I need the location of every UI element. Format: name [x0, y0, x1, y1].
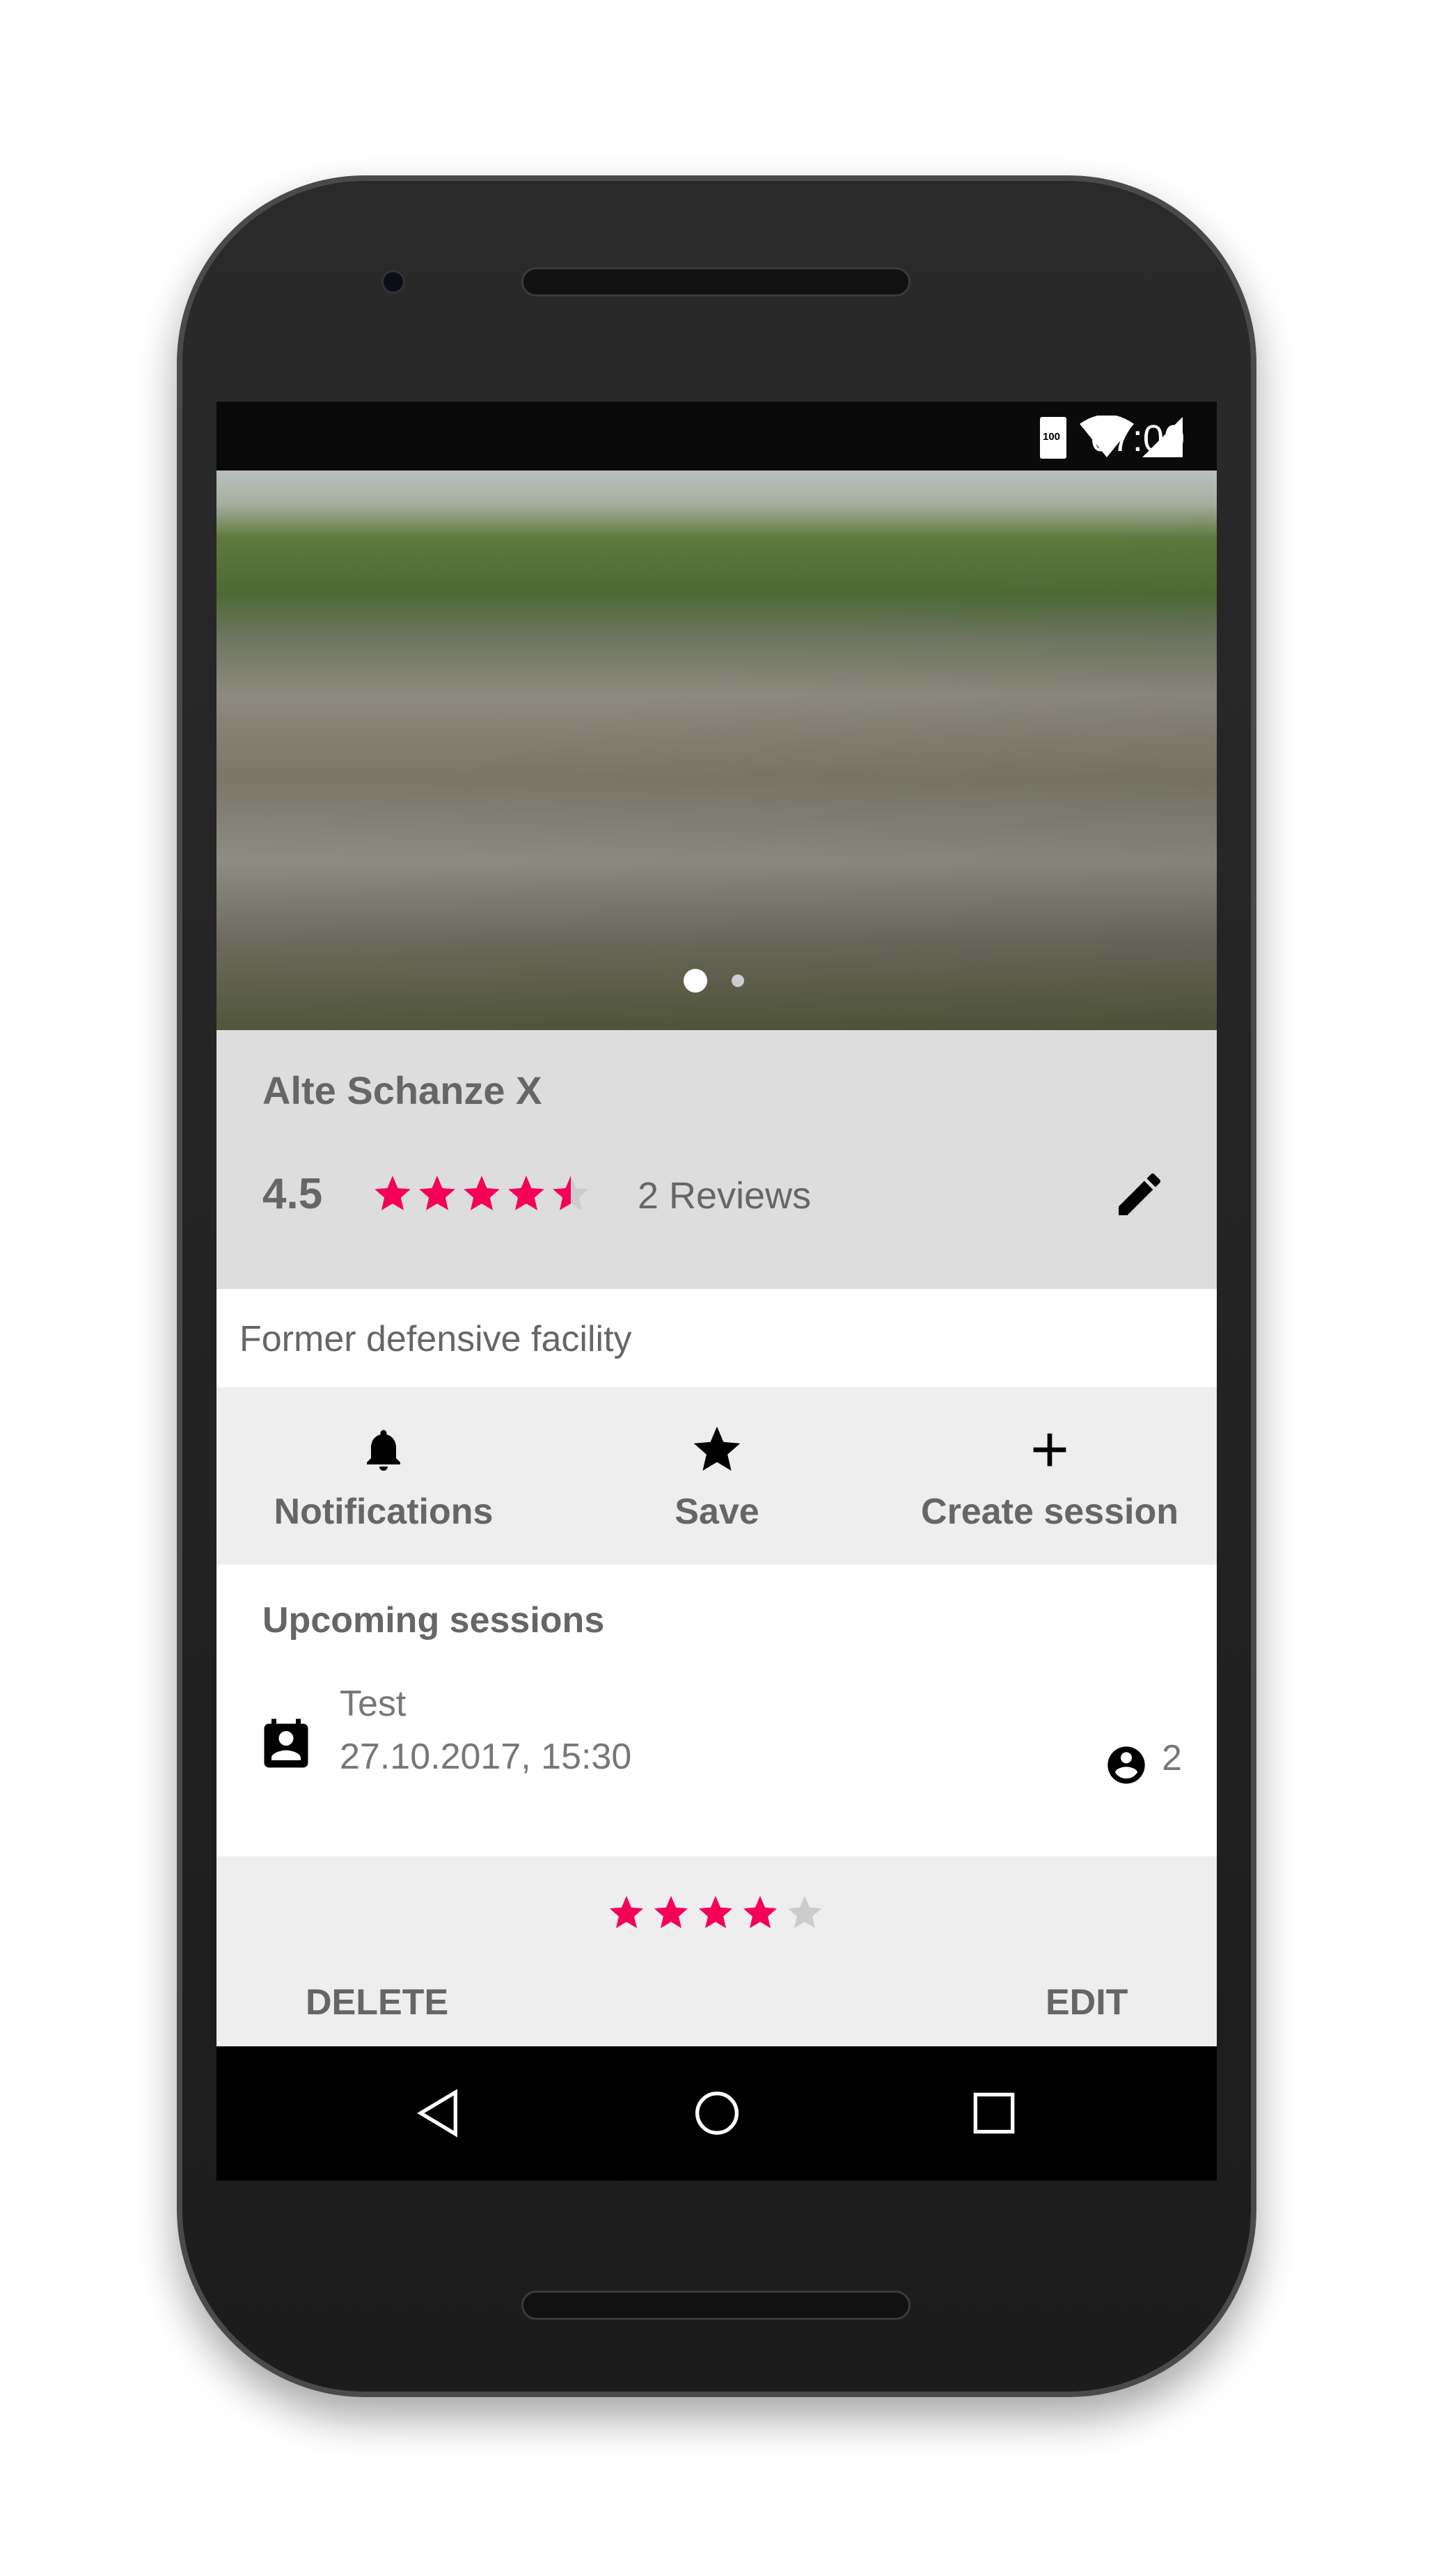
star-4 [743, 1895, 778, 1929]
session-datetime: 27.10.2017, 15:30 [340, 1737, 632, 1777]
star-icon [693, 1426, 741, 1471]
save-label: Save [675, 1492, 759, 1532]
edit-review-button[interactable]: EDIT [1046, 1982, 1128, 2023]
back-icon[interactable] [411, 2085, 467, 2141]
session-name: Test [340, 1684, 407, 1724]
rating-stars [371, 1172, 594, 1219]
notifications-button[interactable]: Notifications [216, 1422, 551, 1533]
star-3 [698, 1895, 733, 1929]
home-icon[interactable] [689, 2085, 745, 2141]
status-bar: 100 07:00 [216, 402, 1217, 471]
star-5 [553, 1176, 589, 1210]
plus-icon [1033, 1433, 1066, 1467]
edit-pencil-icon[interactable] [1112, 1167, 1167, 1222]
spot-header: Alte Schanze X 4.5 2 Reviews [216, 1030, 1217, 1289]
status-time: 07:00 [1090, 418, 1185, 459]
star-2 [419, 1176, 455, 1210]
participants-count: 2 [1162, 1738, 1182, 1778]
spot-photo-gallery[interactable] [216, 471, 1217, 1030]
bell-icon [367, 1430, 400, 1471]
page-indicator-active[interactable] [684, 969, 707, 993]
star-1 [374, 1176, 411, 1210]
my-rating-stars[interactable] [606, 1893, 829, 1936]
star-2 [654, 1895, 688, 1929]
star-5 [787, 1895, 822, 1929]
create-session-button[interactable]: Create session [883, 1422, 1217, 1533]
battery-level: 100 [1043, 431, 1061, 443]
my-review-section: DELETE EDIT [216, 1856, 1217, 2046]
calendar-person-icon [264, 1718, 308, 1768]
front-camera [381, 270, 405, 294]
app-screen: 100 07:00 Alte Schanze X 4.5 2 Reviews F… [216, 402, 1217, 2181]
reviews-link[interactable]: 2 Reviews [638, 1174, 811, 1217]
battery-body: 100 [1040, 417, 1066, 459]
notifications-label: Notifications [274, 1492, 494, 1532]
recents-icon[interactable] [966, 2085, 1022, 2141]
spot-title: Alte Schanze X [262, 1068, 542, 1112]
rating-value: 4.5 [262, 1170, 323, 1218]
upcoming-sessions-section: Upcoming sessions Test 27.10.2017, 15:30… [216, 1565, 1217, 1856]
star-4 [508, 1176, 544, 1210]
star-1 [609, 1895, 644, 1929]
save-button[interactable]: Save [550, 1422, 884, 1533]
participants-icon [1107, 1746, 1145, 1784]
bottom-speaker [521, 2291, 910, 2320]
delete-review-button[interactable]: DELETE [306, 1982, 448, 2023]
description-section: Former defensive facility [216, 1289, 1217, 1387]
section-heading: Upcoming sessions [262, 1600, 605, 1641]
action-bar: Notifications Save Create session [216, 1387, 1217, 1565]
star-3 [464, 1176, 500, 1210]
navigation-bar [216, 2046, 1217, 2181]
spot-description: Former defensive facility [239, 1319, 632, 1359]
create-session-label: Create session [921, 1492, 1178, 1532]
session-list-item[interactable]: Test 27.10.2017, 15:30 2 [216, 1683, 1217, 1843]
page-indicator[interactable] [732, 974, 744, 987]
top-speaker [521, 267, 910, 297]
